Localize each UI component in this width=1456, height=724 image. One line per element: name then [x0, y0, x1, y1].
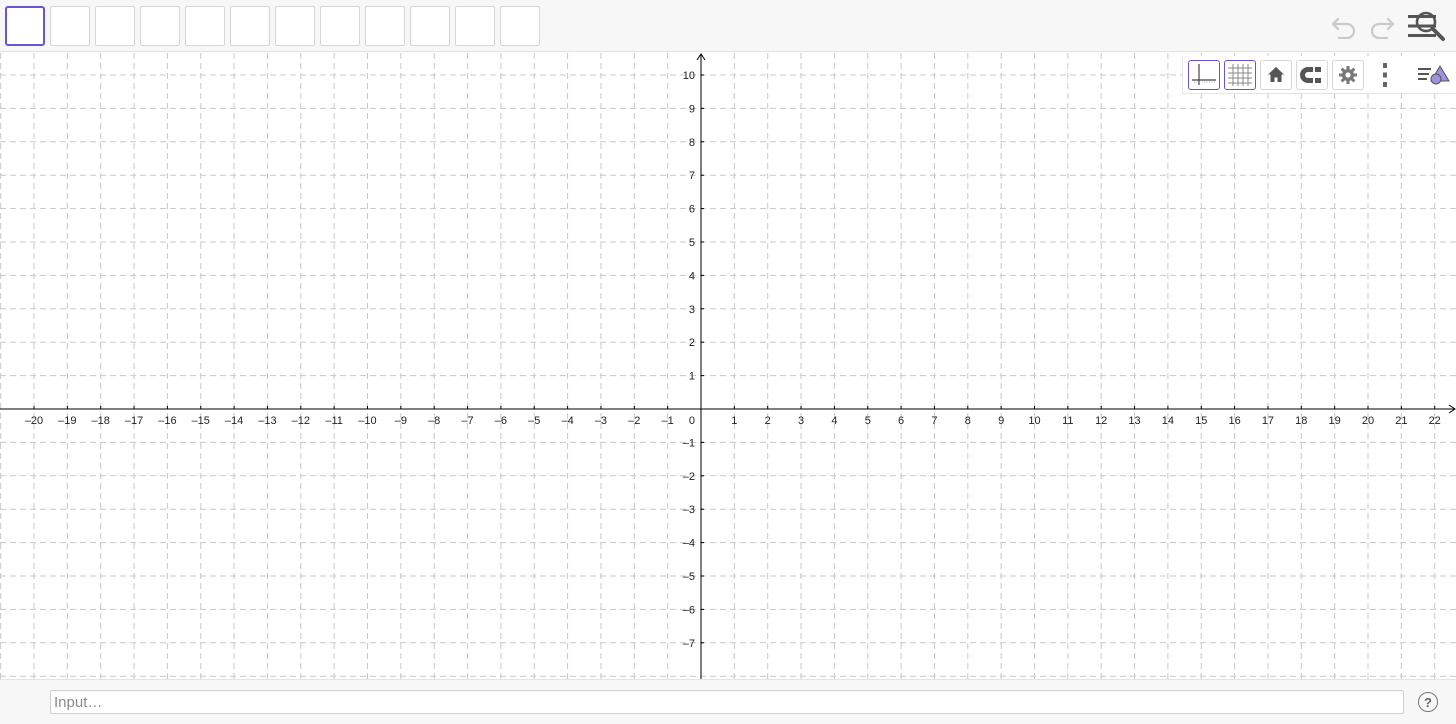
- help-icon[interactable]: ?: [1418, 692, 1438, 712]
- y-tick-label: –4: [683, 538, 695, 550]
- x-tick-label: –20: [25, 415, 43, 427]
- tool-button-2[interactable]: [50, 6, 90, 46]
- x-tick-label: –18: [92, 415, 110, 427]
- y-tick-label: –7: [683, 638, 695, 650]
- menu-icon[interactable]: [1406, 10, 1438, 42]
- x-tick-label: 5: [865, 415, 871, 427]
- x-tick-label: 6: [898, 415, 904, 427]
- x-tick-label: 3: [798, 415, 804, 427]
- x-tick-label: –3: [595, 415, 607, 427]
- origin-label: 0: [689, 415, 695, 427]
- y-tick-label: –5: [683, 571, 695, 583]
- x-tick-label: 11: [1062, 415, 1073, 427]
- x-tick-label: 16: [1228, 415, 1240, 427]
- y-tick-label: 2: [689, 337, 695, 349]
- x-tick-label: –14: [225, 415, 243, 427]
- x-tick-label: 14: [1162, 415, 1174, 427]
- home-icon[interactable]: [1260, 60, 1292, 90]
- x-tick-label: –2: [628, 415, 640, 427]
- x-tick-label: 1: [731, 415, 737, 427]
- tool-button-5[interactable]: [185, 6, 225, 46]
- y-tick-label: 8: [689, 137, 695, 149]
- x-tick-label: –16: [158, 415, 176, 427]
- x-tick-label: –5: [528, 415, 540, 427]
- x-tick-label: 8: [965, 415, 971, 427]
- x-tick-label: 4: [831, 415, 837, 427]
- x-tick-label: 18: [1295, 415, 1307, 427]
- tool-button-12[interactable]: [500, 6, 540, 46]
- x-tick-label: –11: [325, 415, 343, 427]
- y-tick-label: 6: [689, 204, 695, 216]
- x-tick-label: –13: [258, 415, 276, 427]
- tool-button-1[interactable]: [5, 6, 45, 46]
- undo-icon[interactable]: [1328, 10, 1360, 42]
- y-tick-label: 9: [689, 103, 695, 115]
- x-tick-label: –1: [662, 415, 674, 427]
- y-tick-label: 10: [683, 70, 695, 82]
- x-tick-label: –7: [461, 415, 473, 427]
- x-tick-label: –8: [428, 415, 440, 427]
- tool-button-4[interactable]: [140, 6, 180, 46]
- redo-icon[interactable]: [1366, 10, 1398, 42]
- graphics-view[interactable]: –20 –19 –18 –17 –16 –15 –14 –13 –12 –11 –10 –9 –8 –7–…: [0, 53, 1456, 679]
- x-tick-label: –4: [561, 415, 573, 427]
- y-tick-label: 7: [689, 170, 695, 182]
- more-vertical-icon[interactable]: [1370, 60, 1400, 90]
- x-tick-label: 17: [1262, 415, 1274, 427]
- algebra-view-toggle-icon[interactable]: [1415, 60, 1455, 90]
- x-tick-label: 7: [931, 415, 937, 427]
- graphics-style-bar: [1182, 56, 1456, 94]
- y-tick-label: –3: [683, 504, 695, 516]
- y-tick-label: 3: [689, 304, 695, 316]
- top-toolbar: [0, 0, 1456, 52]
- y-tick-label: –1: [683, 437, 695, 449]
- x-tick-label: –19: [58, 415, 76, 427]
- tool-button-11[interactable]: [455, 6, 495, 46]
- x-tick-label: –6: [495, 415, 507, 427]
- settings-gear-icon[interactable]: [1332, 60, 1364, 90]
- x-tick-label: 19: [1329, 415, 1341, 427]
- x-tick-label: –10: [358, 415, 376, 427]
- geogebra-app: –20 –19 –18 –17 –16 –15 –14 –13 –12 –11 –10 –9 –8 –7–…: [0, 0, 1456, 724]
- x-tick-label: –17: [125, 415, 143, 427]
- x-tick-label: 21: [1395, 415, 1407, 427]
- x-tick-label: 13: [1128, 415, 1140, 427]
- x-tick-label: –12: [292, 415, 310, 427]
- x-tick-label: 10: [1028, 415, 1040, 427]
- tool-button-8[interactable]: [320, 6, 360, 46]
- x-tick-label: 12: [1095, 415, 1107, 427]
- y-tick-label: –2: [683, 471, 695, 483]
- tool-button-10[interactable]: [410, 6, 450, 46]
- y-tick-label: 5: [689, 237, 695, 249]
- x-tick-label: 15: [1195, 415, 1207, 427]
- y-tick-label: 4: [689, 270, 695, 282]
- x-tick-label: 20: [1362, 415, 1374, 427]
- grid-toggle-icon[interactable]: [1224, 60, 1256, 90]
- x-tick-label: 9: [998, 415, 1004, 427]
- x-tick-label: 22: [1429, 415, 1441, 427]
- tool-button-7[interactable]: [275, 6, 315, 46]
- x-tick-label: –15: [192, 415, 210, 427]
- y-tick-label: 1: [689, 371, 695, 383]
- tool-button-6[interactable]: [230, 6, 270, 46]
- tool-buttons: [5, 6, 540, 46]
- coordinate-plane[interactable]: –20 –19 –18 –17 –16 –15 –14 –13 –12 –11 –10 –9 –8 –7–…: [0, 53, 1456, 679]
- x-tick-label: –9: [395, 415, 407, 427]
- tool-button-3[interactable]: [95, 6, 135, 46]
- y-tick-label: –6: [683, 604, 695, 616]
- algebra-input-field[interactable]: [50, 690, 1404, 714]
- x-tick-label: 2: [765, 415, 771, 427]
- axes-toggle-icon[interactable]: [1188, 60, 1220, 90]
- tool-button-9[interactable]: [365, 6, 405, 46]
- point-capture-icon[interactable]: [1296, 60, 1328, 90]
- input-bar: ?: [0, 679, 1456, 724]
